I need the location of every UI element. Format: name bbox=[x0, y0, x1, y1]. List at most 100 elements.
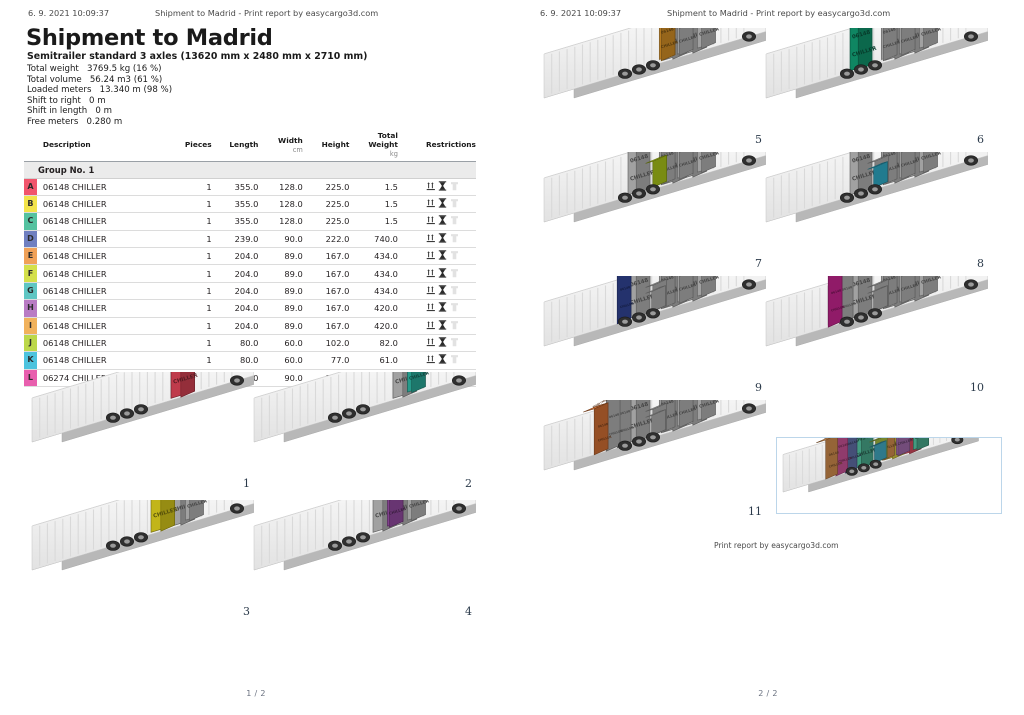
row-restrictions[interactable] bbox=[419, 247, 476, 266]
row-description: 06148 CHILLER bbox=[36, 247, 173, 266]
row-restrictions[interactable] bbox=[419, 317, 476, 335]
tilt-icon-disabled[interactable] bbox=[450, 215, 459, 225]
stacking-icon[interactable] bbox=[426, 215, 436, 225]
row-restrictions[interactable] bbox=[419, 264, 476, 283]
col-total-weight: Total Weight kg bbox=[349, 131, 420, 160]
table-row[interactable]: I 06148 CHILLER 1 204.0 89.0 167.0 420.0 bbox=[24, 317, 476, 335]
fragile-icon[interactable] bbox=[438, 198, 447, 208]
table-row[interactable]: A 06148 CHILLER 1 355.0 128.0 225.0 1.5 bbox=[24, 178, 476, 196]
restriction-icons[interactable] bbox=[426, 180, 459, 191]
step-panel-4[interactable]: 06148CHILLER06148 CHILLER06148CHILLER061… bbox=[244, 500, 476, 618]
step-panel-3[interactable]: 06148CHILLER06148 CHILLER06148CHILLER061… bbox=[22, 500, 254, 618]
stacking-icon[interactable] bbox=[426, 198, 436, 208]
fragile-icon[interactable] bbox=[438, 285, 447, 295]
row-length: 80.0 bbox=[211, 334, 259, 353]
fragile-icon[interactable] bbox=[438, 215, 447, 226]
row-width: 128.0 bbox=[258, 195, 303, 214]
table-row[interactable]: E 06148 CHILLER 1 204.0 89.0 167.0 434.0 bbox=[24, 247, 476, 266]
stacking-icon[interactable] bbox=[426, 302, 436, 312]
stacking-icon[interactable] bbox=[426, 233, 436, 243]
row-pieces: 1 bbox=[172, 195, 212, 214]
stacking-icon[interactable] bbox=[426, 250, 436, 260]
row-restrictions[interactable] bbox=[419, 351, 476, 370]
table-row[interactable]: B 06148 CHILLER 1 355.0 128.0 225.0 1.5 bbox=[24, 195, 476, 214]
fragile-icon[interactable] bbox=[438, 302, 447, 312]
step-panel-8[interactable]: 06148CHILLER06148 CHILLER06148CHILLER061… bbox=[756, 152, 988, 270]
step-panel-9[interactable]: 06148CHILLER06148 CHILLER06148CHILLER061… bbox=[534, 276, 766, 394]
tilt-icon-disabled[interactable] bbox=[450, 285, 459, 295]
fragile-icon[interactable] bbox=[438, 180, 447, 191]
restriction-icons[interactable] bbox=[426, 354, 459, 365]
stacking-icon[interactable] bbox=[426, 354, 436, 364]
row-width: 128.0 bbox=[258, 212, 303, 231]
restriction-icons[interactable] bbox=[426, 285, 459, 295]
row-color-swatch: K bbox=[24, 351, 37, 370]
fragile-icon[interactable] bbox=[438, 337, 447, 347]
row-description: 06148 CHILLER bbox=[36, 230, 173, 249]
stat-total-weight: Total weight 3769.5 kg (16 %) bbox=[27, 64, 162, 74]
col-width: Width cm bbox=[258, 131, 303, 160]
fragile-icon[interactable] bbox=[438, 319, 447, 330]
tilt-icon-disabled[interactable] bbox=[450, 250, 459, 260]
fragile-icon[interactable] bbox=[438, 250, 447, 260]
row-restrictions[interactable] bbox=[419, 230, 476, 249]
row-restrictions[interactable] bbox=[419, 282, 476, 301]
table-row[interactable]: G 06148 CHILLER 1 204.0 89.0 167.0 434.0 bbox=[24, 282, 476, 301]
stacking-icon[interactable] bbox=[426, 320, 436, 330]
stacking-icon[interactable] bbox=[426, 268, 436, 278]
restriction-icons[interactable] bbox=[426, 302, 459, 312]
tilt-icon-disabled[interactable] bbox=[450, 233, 459, 243]
fragile-icon[interactable] bbox=[438, 233, 447, 243]
row-height: 167.0 bbox=[302, 247, 350, 266]
step-panel-6[interactable]: 06148CHILLER06148 CHILLER06148CHILLER061… bbox=[756, 28, 988, 146]
restriction-icons[interactable] bbox=[426, 233, 459, 243]
step-panel-1[interactable]: 06148CHILLER06148 CHILLER 1 bbox=[22, 372, 254, 490]
row-pieces: 1 bbox=[172, 299, 212, 318]
table-row[interactable]: D 06148 CHILLER 1 239.0 90.0 222.0 740.0 bbox=[24, 230, 476, 249]
restriction-icons[interactable] bbox=[426, 250, 459, 260]
row-height: 77.0 bbox=[302, 351, 350, 370]
row-height: 225.0 bbox=[302, 212, 350, 231]
table-row[interactable]: J 06148 CHILLER 1 80.0 60.0 102.0 82.0 bbox=[24, 334, 476, 353]
tilt-icon-disabled[interactable] bbox=[450, 181, 459, 191]
fragile-icon[interactable] bbox=[438, 267, 447, 278]
row-restrictions[interactable] bbox=[419, 334, 476, 353]
restriction-icons[interactable] bbox=[426, 198, 459, 208]
step-panel-11[interactable]: 06148 CHILLER 06148 CHILLER 06148 CHILLER 061… bbox=[534, 400, 766, 518]
vehicle-spec: Semitrailer standard 3 axles (13620 mm x… bbox=[27, 51, 368, 62]
step-panel-2[interactable]: 06148CHILLER06148 CHILLER06148CHILLER061… bbox=[244, 372, 476, 490]
table-row[interactable]: C 06148 CHILLER 1 355.0 128.0 225.0 1.5 bbox=[24, 212, 476, 231]
step-panel-10[interactable]: 06148CHILLER06148 CHILLER06148CHILLER061… bbox=[756, 276, 988, 394]
table-row[interactable]: K 06148 CHILLER 1 80.0 60.0 77.0 61.0 bbox=[24, 351, 476, 370]
step-panel-5[interactable]: 06148CHILLER06148 CHILLER06148CHILLER061… bbox=[534, 28, 766, 146]
row-total-weight: 420.0 bbox=[349, 299, 420, 318]
step-panel-7[interactable]: 06148CHILLER06148 CHILLER06148CHILLER061… bbox=[534, 152, 766, 270]
cargo-group-row: Group No. 1 bbox=[24, 161, 476, 179]
row-restrictions[interactable] bbox=[419, 299, 476, 318]
table-row[interactable]: H 06148 CHILLER 1 204.0 89.0 167.0 420.0 bbox=[24, 299, 476, 318]
tilt-icon-disabled[interactable] bbox=[450, 268, 459, 278]
col-pieces: Pieces bbox=[184, 140, 212, 149]
stacking-icon[interactable] bbox=[426, 181, 436, 191]
row-restrictions[interactable] bbox=[419, 178, 476, 196]
table-row[interactable]: F 06148 CHILLER 1 204.0 89.0 167.0 434.0 bbox=[24, 264, 476, 283]
unit-cm: cm bbox=[292, 145, 303, 154]
restriction-icons[interactable] bbox=[426, 215, 459, 226]
col-restrictions: Restrictions bbox=[425, 140, 476, 149]
restriction-icons[interactable] bbox=[426, 337, 459, 347]
row-color-swatch: I bbox=[24, 317, 37, 335]
tilt-icon-disabled[interactable] bbox=[450, 354, 459, 364]
row-restrictions[interactable] bbox=[419, 212, 476, 231]
stacking-icon[interactable] bbox=[426, 337, 436, 347]
restriction-icons[interactable] bbox=[426, 319, 459, 330]
fragile-icon[interactable] bbox=[438, 354, 447, 365]
row-restrictions[interactable] bbox=[419, 195, 476, 214]
tilt-icon-disabled[interactable] bbox=[450, 337, 459, 347]
stacking-icon[interactable] bbox=[426, 285, 436, 295]
row-color-swatch: C bbox=[24, 212, 37, 231]
tilt-icon-disabled[interactable] bbox=[450, 198, 459, 208]
tilt-icon-disabled[interactable] bbox=[450, 302, 459, 312]
tilt-icon-disabled[interactable] bbox=[450, 320, 459, 330]
restriction-icons[interactable] bbox=[426, 267, 459, 278]
final-loaded-panel[interactable]: 06148 CHILLER 06148 CHILLER 06148 CHILLER 061… bbox=[776, 437, 1002, 514]
